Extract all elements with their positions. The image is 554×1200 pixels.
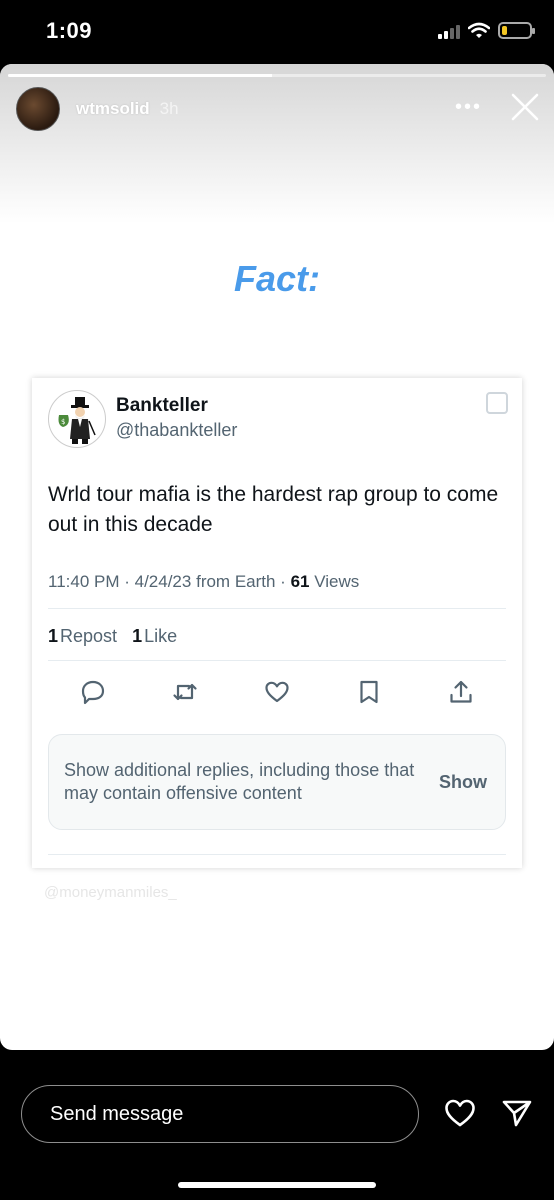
- close-icon[interactable]: [510, 92, 540, 122]
- send-icon[interactable]: [501, 1098, 533, 1128]
- share-icon: [450, 680, 472, 703]
- watermark: @moneymanmiles_: [44, 884, 177, 901]
- show-replies-label: Show: [439, 772, 487, 792]
- avatar[interactable]: [16, 87, 60, 131]
- repost-icon: [173, 683, 197, 701]
- tweet-views-count: 61: [290, 572, 310, 591]
- likes-count: 1: [132, 626, 143, 646]
- tweet-date: 4/24/23: [134, 572, 192, 591]
- svg-text:$: $: [61, 418, 65, 426]
- additional-replies-notice: Show additional replies, including those…: [48, 734, 506, 830]
- status-bar: 1:09: [0, 0, 554, 64]
- story-username[interactable]: wtmsolid: [76, 99, 150, 119]
- tweet-stats: 1 Repost 1 Like: [48, 626, 177, 647]
- tweet-source: from Earth: [196, 572, 276, 591]
- send-message-input[interactable]: Send message: [21, 1085, 419, 1143]
- tweet-card: $ Bankteller @thabankteller Wrld tour ma…: [32, 378, 522, 868]
- like-icon: [265, 681, 289, 703]
- likes-label: Like: [144, 626, 178, 646]
- story-timestamp: 3h: [159, 99, 179, 118]
- replies-notice-text: Show additional replies, including those…: [64, 760, 415, 803]
- monopoly-man-icon: $: [58, 397, 96, 444]
- bookmark-icon: [360, 680, 378, 704]
- tweet-handle: @thabankteller: [116, 420, 238, 440]
- story-progress-fill: [8, 74, 272, 77]
- reposts-count: 1: [48, 626, 59, 646]
- tweet-avatar: $: [48, 390, 106, 448]
- status-time: 1:09: [46, 18, 93, 43]
- wifi-icon: [468, 22, 490, 38]
- story-headline: Fact:: [233, 258, 320, 299]
- home-indicator: [178, 1182, 376, 1188]
- battery-level: [502, 26, 507, 35]
- tweet-text: Wrld tour mafia is the hardest rap group…: [48, 483, 499, 536]
- reply-icon: [81, 680, 105, 705]
- tweet-meta: 11:40 PM · 4/24/23 from Earth · 61 Views: [48, 572, 360, 591]
- tweet-actions: [48, 674, 506, 710]
- story-progress-bar: [8, 74, 546, 77]
- battery-icon: [498, 22, 535, 39]
- divider: [48, 854, 506, 855]
- story-header: wtmsolid 3h •••: [16, 86, 540, 132]
- more-horizontal-icon[interactable]: •••: [455, 96, 482, 119]
- reposts-label: Repost: [60, 626, 118, 646]
- story-view[interactable]: wtmsolid 3h ••• Fact: $ Bankteller @thab…: [0, 64, 554, 1050]
- divider: [48, 608, 506, 609]
- checkbox-icon: [486, 392, 508, 414]
- tweet-time: 11:40 PM: [48, 572, 120, 591]
- divider: [48, 660, 506, 661]
- signal-icon: [438, 23, 460, 39]
- story-reply-bar: Send message: [0, 1050, 554, 1200]
- tweet-views-label: Views: [314, 572, 360, 591]
- heart-icon[interactable]: [444, 1098, 476, 1128]
- tweet-display-name: Bankteller: [116, 395, 208, 416]
- status-icons: [438, 22, 535, 39]
